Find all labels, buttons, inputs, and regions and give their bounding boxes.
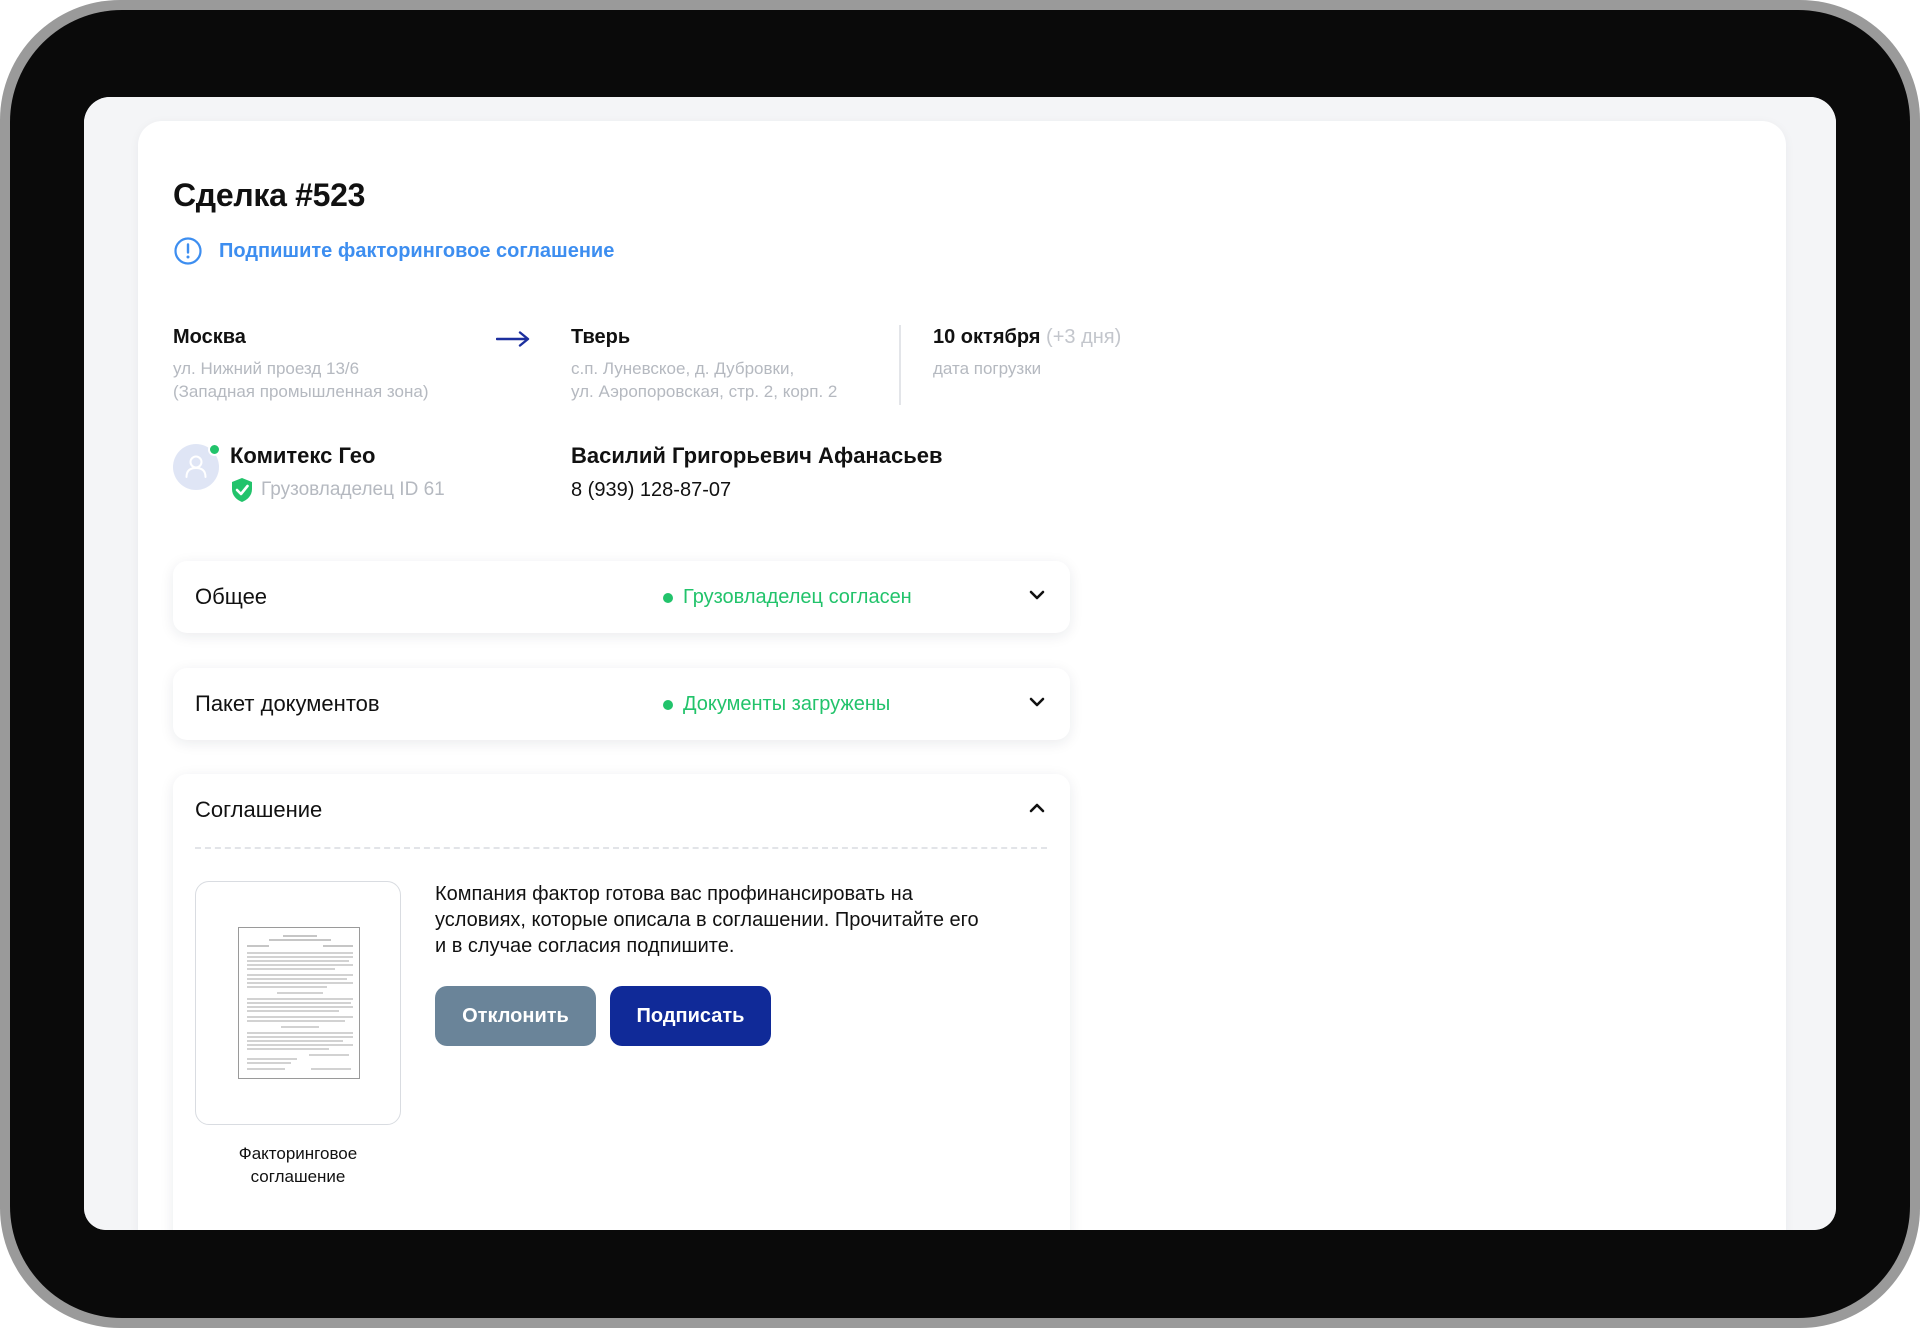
- sign-button[interactable]: Подписать: [610, 986, 771, 1046]
- status-text: Документы загружены: [683, 693, 891, 715]
- chevron-down-icon[interactable]: [1029, 696, 1045, 708]
- online-status-dot: [208, 443, 221, 456]
- agreement-description: Компания фактор готова вас профинансиров…: [435, 883, 979, 957]
- accordion-documents-header[interactable]: Пакет документов Документы загружены: [173, 668, 1070, 740]
- status-dot: [663, 699, 673, 710]
- page-title: Сделка #523: [173, 177, 366, 213]
- chevron-up-icon[interactable]: [1029, 802, 1045, 814]
- accordion-agreement-header[interactable]: Соглашение: [173, 774, 1070, 846]
- accordion-agreement-title: Соглашение: [195, 797, 323, 822]
- destination-city: Тверь: [571, 326, 631, 348]
- info-circle-icon: [174, 237, 202, 265]
- destination-address-line1: с.п. Луневское, д. Дубровки,: [571, 359, 795, 378]
- route-divider: [899, 325, 901, 405]
- origin-city: Москва: [173, 326, 246, 348]
- company-name[interactable]: Комитекс Гео: [230, 443, 375, 469]
- contact-phone[interactable]: 8 (939) 128-87-07: [571, 479, 731, 502]
- accordion-documents: Пакет документов Документы загружены: [173, 668, 1070, 740]
- document-caption: Факторинговое соглашение: [238, 1144, 358, 1186]
- chevron-down-icon[interactable]: [1029, 589, 1045, 601]
- shield-check-icon: [232, 478, 252, 502]
- contact-name: Василий Григорьевич Афанасьев: [571, 443, 943, 468]
- accordion-general-status: Грузовладелец согласен: [663, 586, 912, 609]
- document-preview-icon: [238, 927, 360, 1079]
- accordion-documents-title: Пакет документов: [195, 691, 380, 716]
- origin-address-line1: ул. Нижний проезд 13/6: [173, 359, 360, 378]
- accordion-general-title: Общее: [195, 584, 268, 609]
- arrow-right-icon: [496, 331, 530, 347]
- deal-card: Сделка #523 Подпишите факторинговое согл…: [138, 121, 1786, 1230]
- route-origin: Москва ул. Нижний проезд 13/6 (Западная …: [173, 326, 429, 403]
- loading-date-extra: (+3 дня): [1046, 326, 1122, 348]
- decline-button[interactable]: Отклонить: [435, 986, 596, 1046]
- accordion-general-header[interactable]: Общее Грузовладелец согласен: [173, 561, 1070, 633]
- accordion-agreement: Соглашение Факторинговое соглашение Комп…: [173, 774, 1070, 1230]
- loading-date: 10 октября (+3 дня) дата погрузки: [933, 326, 1121, 380]
- origin-address-line2: (Западная промышленная зона): [173, 382, 429, 401]
- company-role: Грузовладелец ID 61: [261, 479, 445, 500]
- route-destination: Тверь с.п. Луневское, д. Дубровки, ул. А…: [571, 326, 837, 403]
- status-text: Грузовладелец согласен: [683, 586, 912, 608]
- screen: Сделка #523 Подпишите факторинговое согл…: [84, 97, 1836, 1230]
- agreement-document-thumbnail[interactable]: [195, 881, 401, 1125]
- accordion-documents-status: Документы загружены: [663, 693, 890, 716]
- status-dot: [663, 592, 673, 603]
- company-role-row: Грузовладелец ID 61: [230, 477, 445, 503]
- loading-date-value: 10 октября: [933, 326, 1041, 348]
- sign-agreement-alert[interactable]: Подпишите факторинговое соглашение: [173, 236, 614, 266]
- alert-text[interactable]: Подпишите факторинговое соглашение: [219, 240, 614, 263]
- loading-date-label: дата погрузки: [933, 359, 1042, 378]
- loading-date-value-row: 10 октября (+3 дня): [933, 326, 1121, 349]
- accordion-divider: [195, 847, 1047, 849]
- accordion-general: Общее Грузовладелец согласен: [173, 561, 1070, 633]
- destination-address-line2: ул. Аэропоровская, стр. 2, корп. 2: [571, 382, 838, 401]
